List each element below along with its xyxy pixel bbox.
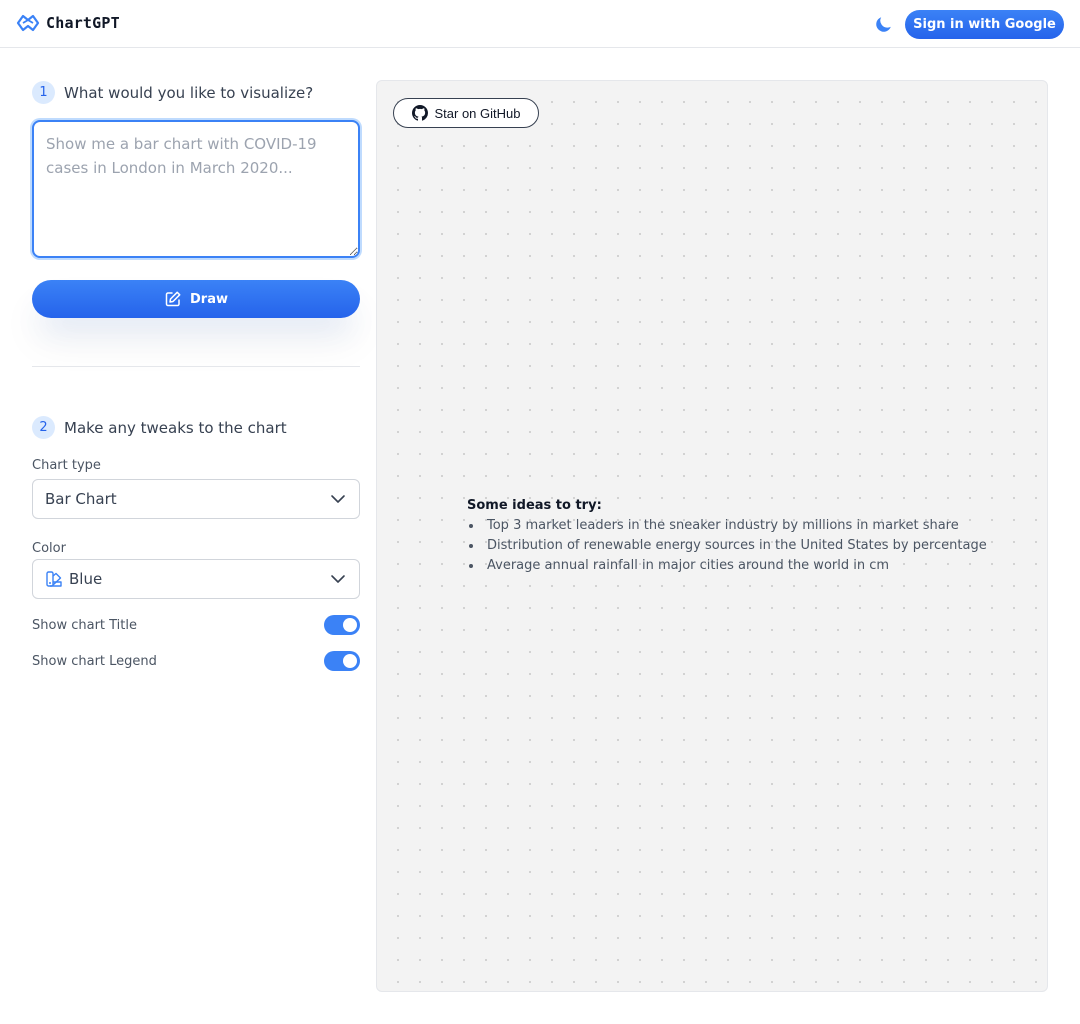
- step-1-heading: 1 What would you like to visualize?: [32, 81, 313, 104]
- show-legend-row: Show chart Legend: [32, 650, 360, 672]
- list-item: Top 3 market leaders in the sneaker indu…: [467, 516, 987, 536]
- ideas-title: Some ideas to try:: [467, 498, 602, 513]
- github-icon: [411, 105, 428, 121]
- chartgpt-logo-icon: [16, 14, 40, 32]
- step-label: Make any tweaks to the chart: [64, 418, 287, 437]
- show-title-toggle[interactable]: [324, 615, 360, 635]
- pencil-square-icon: [165, 291, 181, 307]
- star-on-github-button[interactable]: Star on GitHub: [393, 98, 539, 128]
- chevron-down-icon: [331, 495, 345, 503]
- github-button-label: Star on GitHub: [434, 105, 521, 121]
- chart-type-label: Chart type: [32, 458, 101, 473]
- show-title-row: Show chart Title: [32, 614, 360, 636]
- chart-type-select[interactable]: Bar Chart: [32, 479, 360, 519]
- sign-in-google-button[interactable]: Sign in with Google: [905, 10, 1064, 39]
- prompt-input[interactable]: [32, 120, 360, 258]
- moon-icon[interactable]: [874, 14, 894, 34]
- color-label: Color: [32, 541, 66, 556]
- step-2-heading: 2 Make any tweaks to the chart: [32, 416, 287, 439]
- app-name: ChartGPT: [46, 14, 120, 32]
- list-item: Distribution of renewable energy sources…: [467, 536, 987, 556]
- ideas-section: Some ideas to try: Top 3 market leaders …: [467, 498, 987, 576]
- swatch-icon: [46, 571, 62, 587]
- draw-button-label: Draw: [190, 291, 228, 307]
- toggle-knob: [343, 654, 357, 668]
- step-number: 1: [32, 81, 55, 104]
- show-legend-toggle[interactable]: [324, 651, 360, 671]
- show-legend-label: Show chart Legend: [32, 653, 157, 669]
- color-select[interactable]: Blue: [32, 559, 360, 599]
- step-label: What would you like to visualize?: [64, 83, 314, 102]
- chart-canvas: Star on GitHub Some ideas to try: Top 3 …: [376, 80, 1048, 992]
- chevron-down-icon: [331, 575, 345, 583]
- toggle-knob: [343, 618, 357, 632]
- list-item: Average annual rainfall in major cities …: [467, 556, 987, 576]
- ideas-list: Top 3 market leaders in the sneaker indu…: [467, 516, 987, 576]
- color-value: Blue: [69, 570, 103, 588]
- chart-type-value: Bar Chart: [45, 490, 117, 508]
- app-logo[interactable]: ChartGPT: [16, 13, 120, 33]
- show-title-label: Show chart Title: [32, 617, 137, 633]
- step-number: 2: [32, 416, 55, 439]
- draw-button[interactable]: Draw: [32, 280, 360, 318]
- top-header: ChartGPT Sign in with Google: [0, 0, 1080, 48]
- section-divider: [32, 366, 360, 367]
